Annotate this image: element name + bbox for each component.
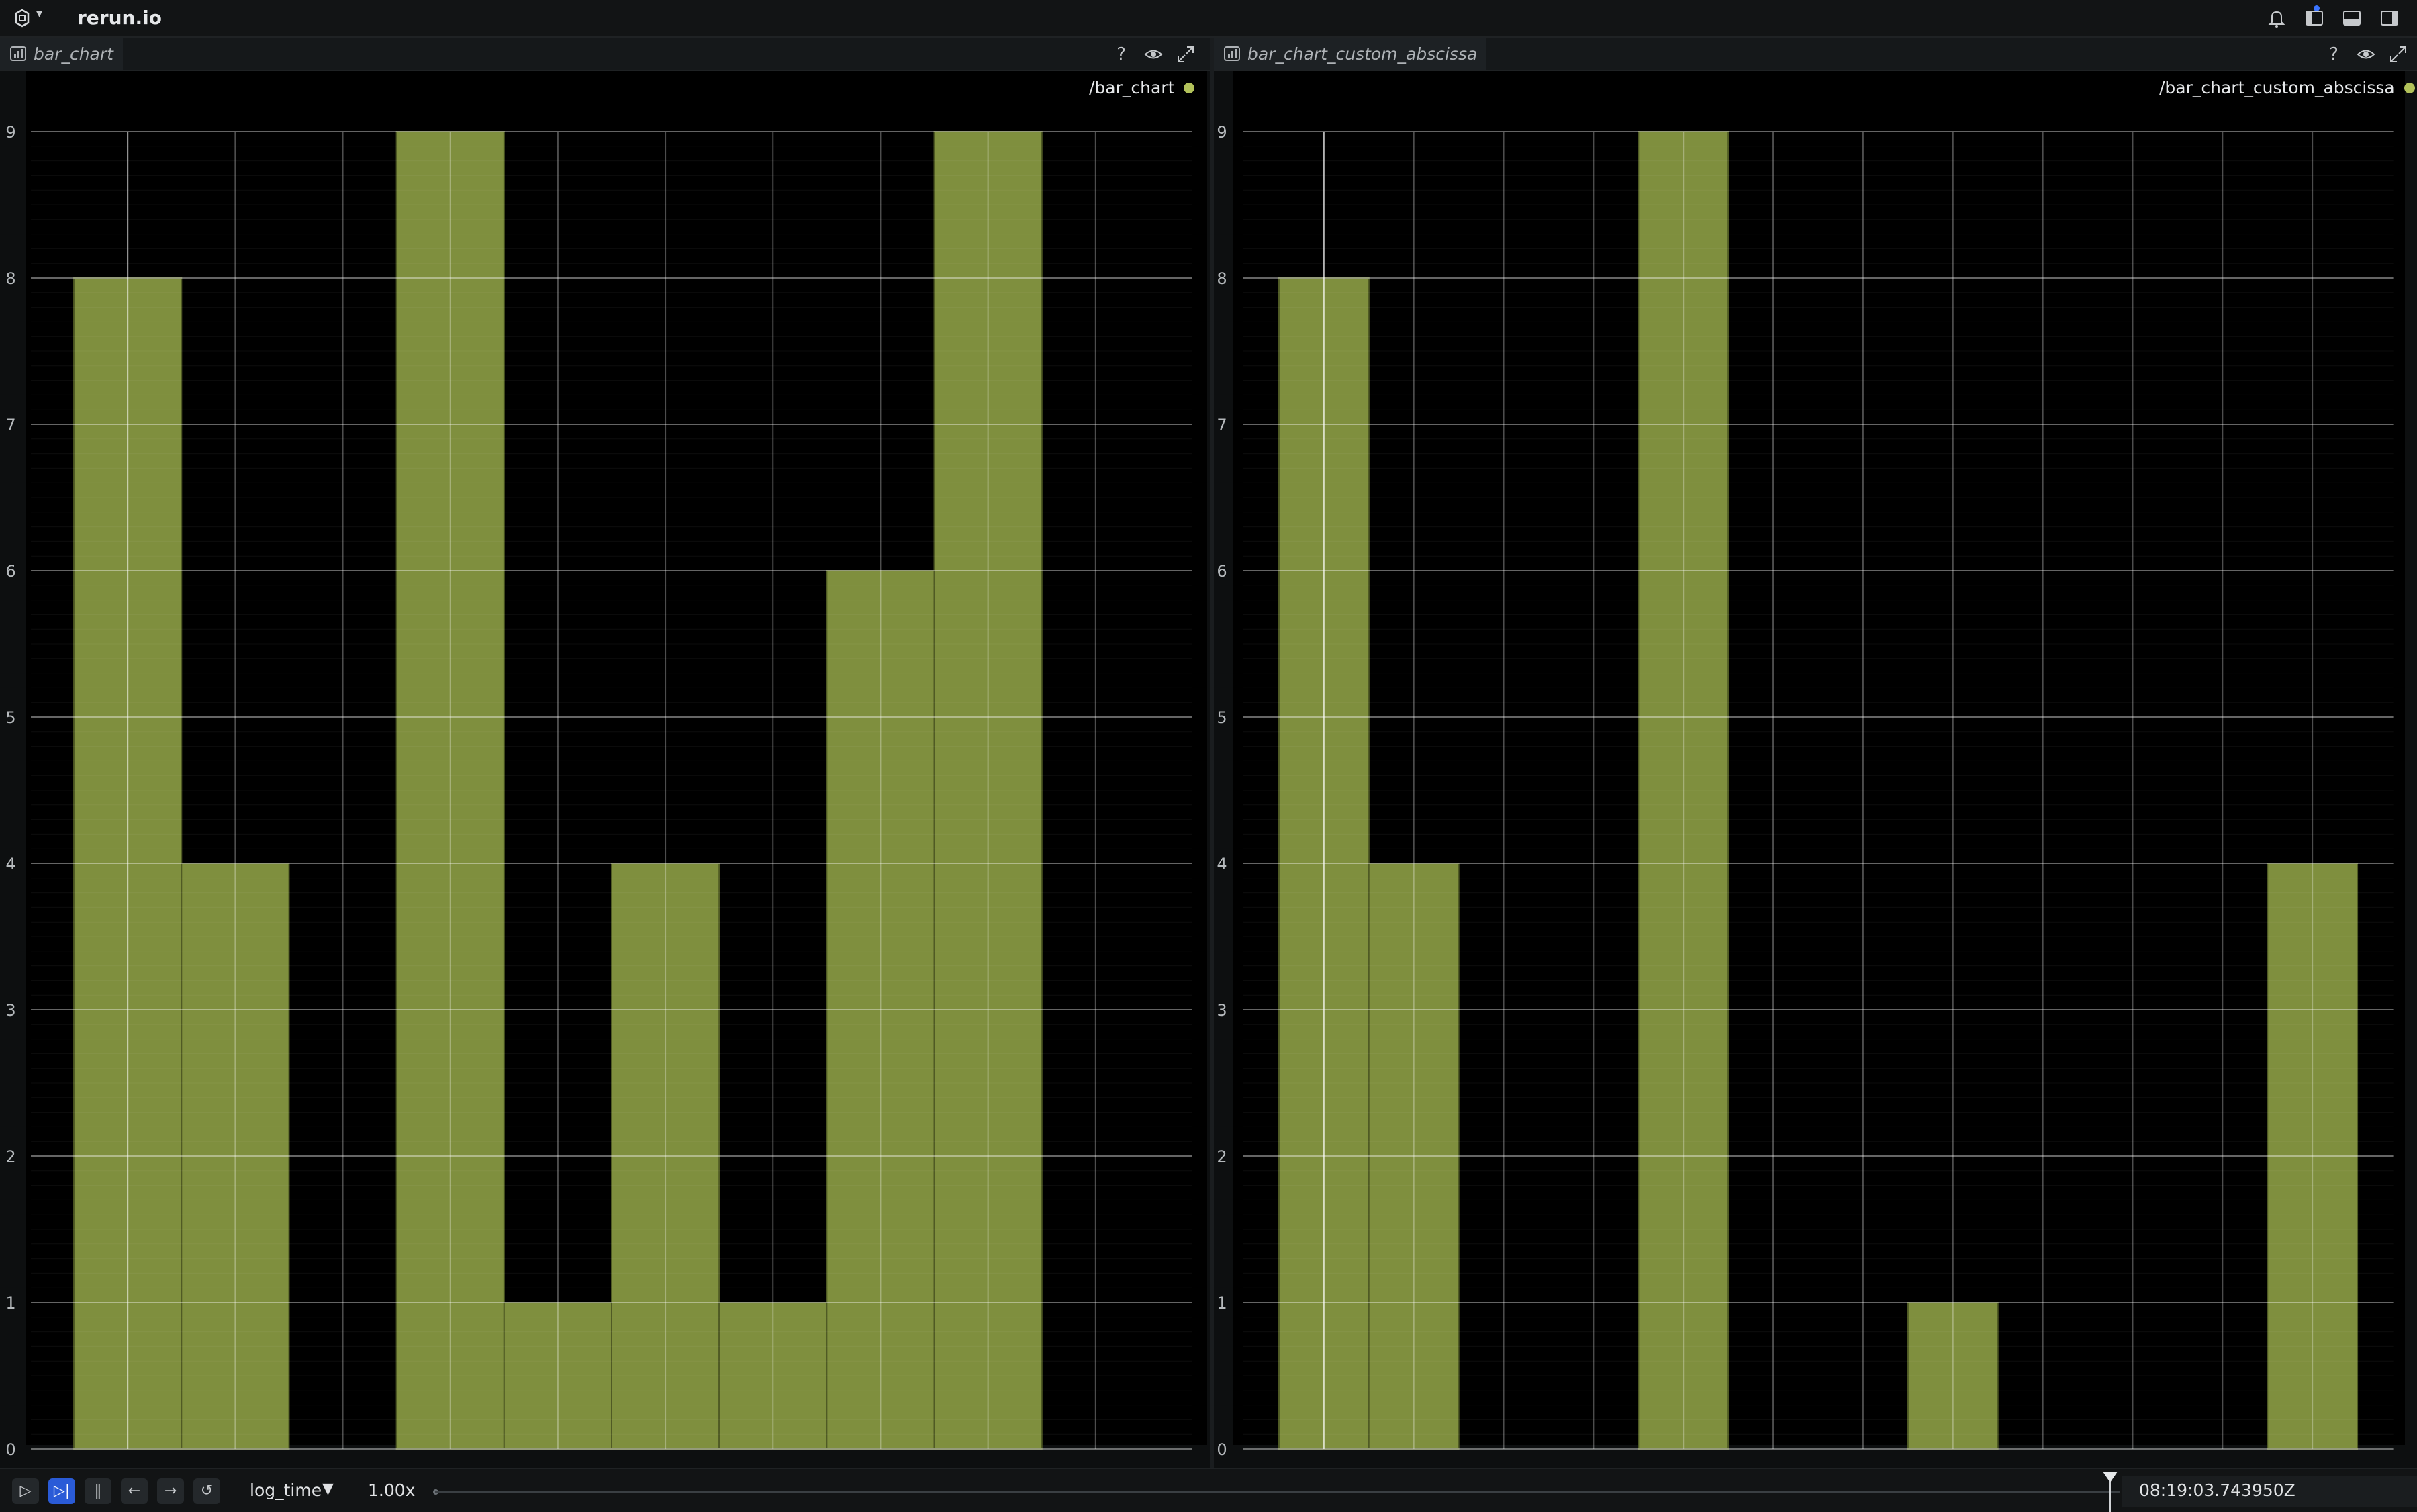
help-icon[interactable]: ? bbox=[1112, 45, 1131, 64]
y-tick-label: 5 bbox=[5, 708, 15, 727]
x-tick-label: 4 bbox=[553, 1463, 563, 1466]
y-tick-label: 6 bbox=[1217, 562, 1227, 581]
maximize-icon[interactable] bbox=[1176, 45, 1195, 64]
y-tick-label: 7 bbox=[1217, 416, 1227, 434]
x-tick-label: -1 bbox=[12, 1463, 28, 1466]
x-tick-label: 8 bbox=[983, 1463, 993, 1466]
tab-label: bar_chart_custom_abscissa bbox=[1247, 44, 1478, 64]
y-tick-label: 0 bbox=[5, 1440, 15, 1459]
follow-icon[interactable]: ▷| bbox=[48, 1478, 75, 1504]
tab-bar-chart-custom-abscissa[interactable]: bar_chart_custom_abscissa bbox=[1214, 38, 1487, 70]
tab-label: bar_chart bbox=[34, 44, 113, 64]
x-tick-label: 10 bbox=[2212, 1463, 2233, 1466]
playback-speed[interactable]: 1.00x bbox=[368, 1480, 415, 1500]
y-tick-label: 6 bbox=[5, 562, 15, 581]
bell-icon[interactable] bbox=[2267, 8, 2287, 28]
y-tick-label: 3 bbox=[1217, 1001, 1227, 1020]
y-tick-label: 2 bbox=[1217, 1147, 1227, 1166]
y-tick-label: 0 bbox=[1217, 1440, 1227, 1459]
chevron-down-icon[interactable]: ▾ bbox=[36, 7, 42, 21]
rerun-logo-icon[interactable] bbox=[12, 8, 32, 28]
y-tick-label: 9 bbox=[5, 123, 15, 142]
time-scrubber[interactable] bbox=[435, 1491, 2120, 1493]
x-tick-label: 0 bbox=[1319, 1463, 1329, 1466]
play-icon[interactable]: ▷ bbox=[12, 1478, 39, 1504]
x-tick-label: 2 bbox=[1499, 1463, 1509, 1466]
loop-icon[interactable]: ↺ bbox=[193, 1478, 220, 1504]
legend[interactable]: /bar_chart bbox=[1089, 78, 1195, 97]
step-forward-icon[interactable]: → bbox=[157, 1478, 184, 1504]
bar-chart-icon bbox=[10, 46, 26, 61]
y-tick-label: 4 bbox=[1217, 855, 1227, 873]
y-tick-label: 1 bbox=[5, 1294, 15, 1313]
bottom-panel-toggle-icon[interactable] bbox=[2342, 8, 2362, 28]
x-tick-label: 1 bbox=[1409, 1463, 1419, 1466]
y-tick-label: 1 bbox=[1217, 1294, 1227, 1313]
y-tick-label: 7 bbox=[5, 416, 15, 434]
x-tick-label: 4 bbox=[1678, 1463, 1689, 1466]
pause-icon[interactable]: ‖ bbox=[85, 1478, 111, 1504]
legend-label: /bar_chart_custom_abscissa bbox=[2159, 78, 2395, 97]
x-tick-label: 7 bbox=[875, 1463, 886, 1466]
x-tick-label: 3 bbox=[1589, 1463, 1599, 1466]
chevron-down-icon[interactable]: ▼ bbox=[322, 1480, 334, 1497]
bar-chart-custom-abscissa-plot[interactable]: 0123456789-10123456789101112 bbox=[1214, 71, 2417, 1466]
x-tick-label: 3 bbox=[445, 1463, 455, 1466]
top-bar: ▾ rerun.io bbox=[0, 0, 2417, 38]
timeline-selector[interactable]: log_time bbox=[250, 1480, 322, 1500]
time-cursor-handle[interactable] bbox=[2103, 1472, 2118, 1482]
legend-color-dot bbox=[1184, 82, 1195, 93]
x-tick-label: 8 bbox=[2038, 1463, 2048, 1466]
y-tick-label: 3 bbox=[5, 1001, 15, 1020]
x-tick-label: 6 bbox=[1858, 1463, 1868, 1466]
legend-label: /bar_chart bbox=[1089, 78, 1175, 97]
left-panel-toggle-icon[interactable] bbox=[2304, 8, 2324, 28]
x-tick-label: 7 bbox=[1948, 1463, 1958, 1466]
step-back-icon[interactable]: ← bbox=[121, 1478, 148, 1504]
x-tick-label: 9 bbox=[2128, 1463, 2138, 1466]
view-header-bar-chart-custom-abscissa: bar_chart_custom_abscissa ? bbox=[1214, 38, 2417, 71]
x-tick-label: 0 bbox=[123, 1463, 133, 1466]
y-tick-label: 4 bbox=[5, 855, 15, 873]
eye-icon[interactable] bbox=[1144, 45, 1163, 64]
x-tick-label: 2 bbox=[338, 1463, 348, 1466]
x-tick-label: 1 bbox=[1198, 1463, 1208, 1466]
legend[interactable]: /bar_chart_custom_abscissa bbox=[2159, 78, 2415, 97]
y-tick-label: 5 bbox=[1217, 708, 1227, 727]
x-tick-label: 5 bbox=[1768, 1463, 1778, 1466]
x-tick-label: 6 bbox=[768, 1463, 778, 1466]
x-tick-label: 12 bbox=[2392, 1463, 2413, 1466]
bar-chart-plot[interactable]: 0 1 2 3 4 5 6 7 8 9 -1 0 1 2 3 4 5 6 7 8 9 1 bbox=[0, 71, 1210, 1466]
maximize-icon[interactable] bbox=[2389, 45, 2408, 64]
x-tick-label: 5 bbox=[660, 1463, 670, 1466]
legend-color-dot bbox=[2404, 82, 2415, 93]
eye-icon[interactable] bbox=[2357, 45, 2375, 64]
bar-chart-icon bbox=[1224, 46, 1240, 61]
right-panel-toggle-icon[interactable] bbox=[2379, 8, 2400, 28]
help-icon[interactable]: ? bbox=[2324, 45, 2343, 64]
tab-bar-chart[interactable]: bar_chart bbox=[0, 38, 123, 70]
y-tick-label: 8 bbox=[5, 269, 15, 288]
current-time[interactable]: 08:19:03.743950Z bbox=[2139, 1480, 2295, 1500]
y-tick-label: 9 bbox=[1217, 123, 1227, 142]
time-panel: ▷ ▷| ‖ ← → ↺ log_time ▼ 1.00x 08:19:03.7… bbox=[0, 1468, 2417, 1512]
x-tick-label: 1 bbox=[230, 1463, 240, 1466]
y-tick-label: 2 bbox=[5, 1147, 15, 1166]
x-tick-label: 11 bbox=[2302, 1463, 2323, 1466]
app-title: rerun.io bbox=[77, 7, 162, 29]
x-tick-label: 9 bbox=[1090, 1463, 1100, 1466]
x-tick-label: -1 bbox=[1226, 1463, 1242, 1466]
view-header-bar-chart: bar_chart ? bbox=[0, 38, 1210, 71]
y-tick-label: 8 bbox=[1217, 269, 1227, 288]
